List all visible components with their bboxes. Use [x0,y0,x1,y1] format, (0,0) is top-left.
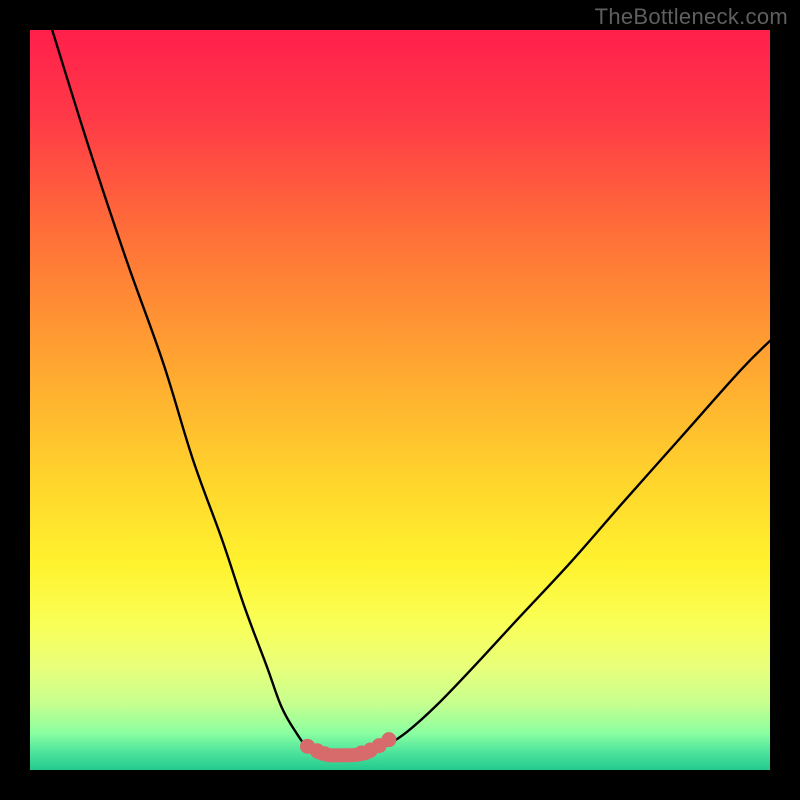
series-marker-markers-min [381,732,396,747]
bottleneck-chart [0,0,800,800]
plot-background [30,30,770,770]
series-marker-markers-min [317,746,332,761]
watermark-text: TheBottleneck.com [595,4,788,30]
chart-stage: TheBottleneck.com [0,0,800,800]
